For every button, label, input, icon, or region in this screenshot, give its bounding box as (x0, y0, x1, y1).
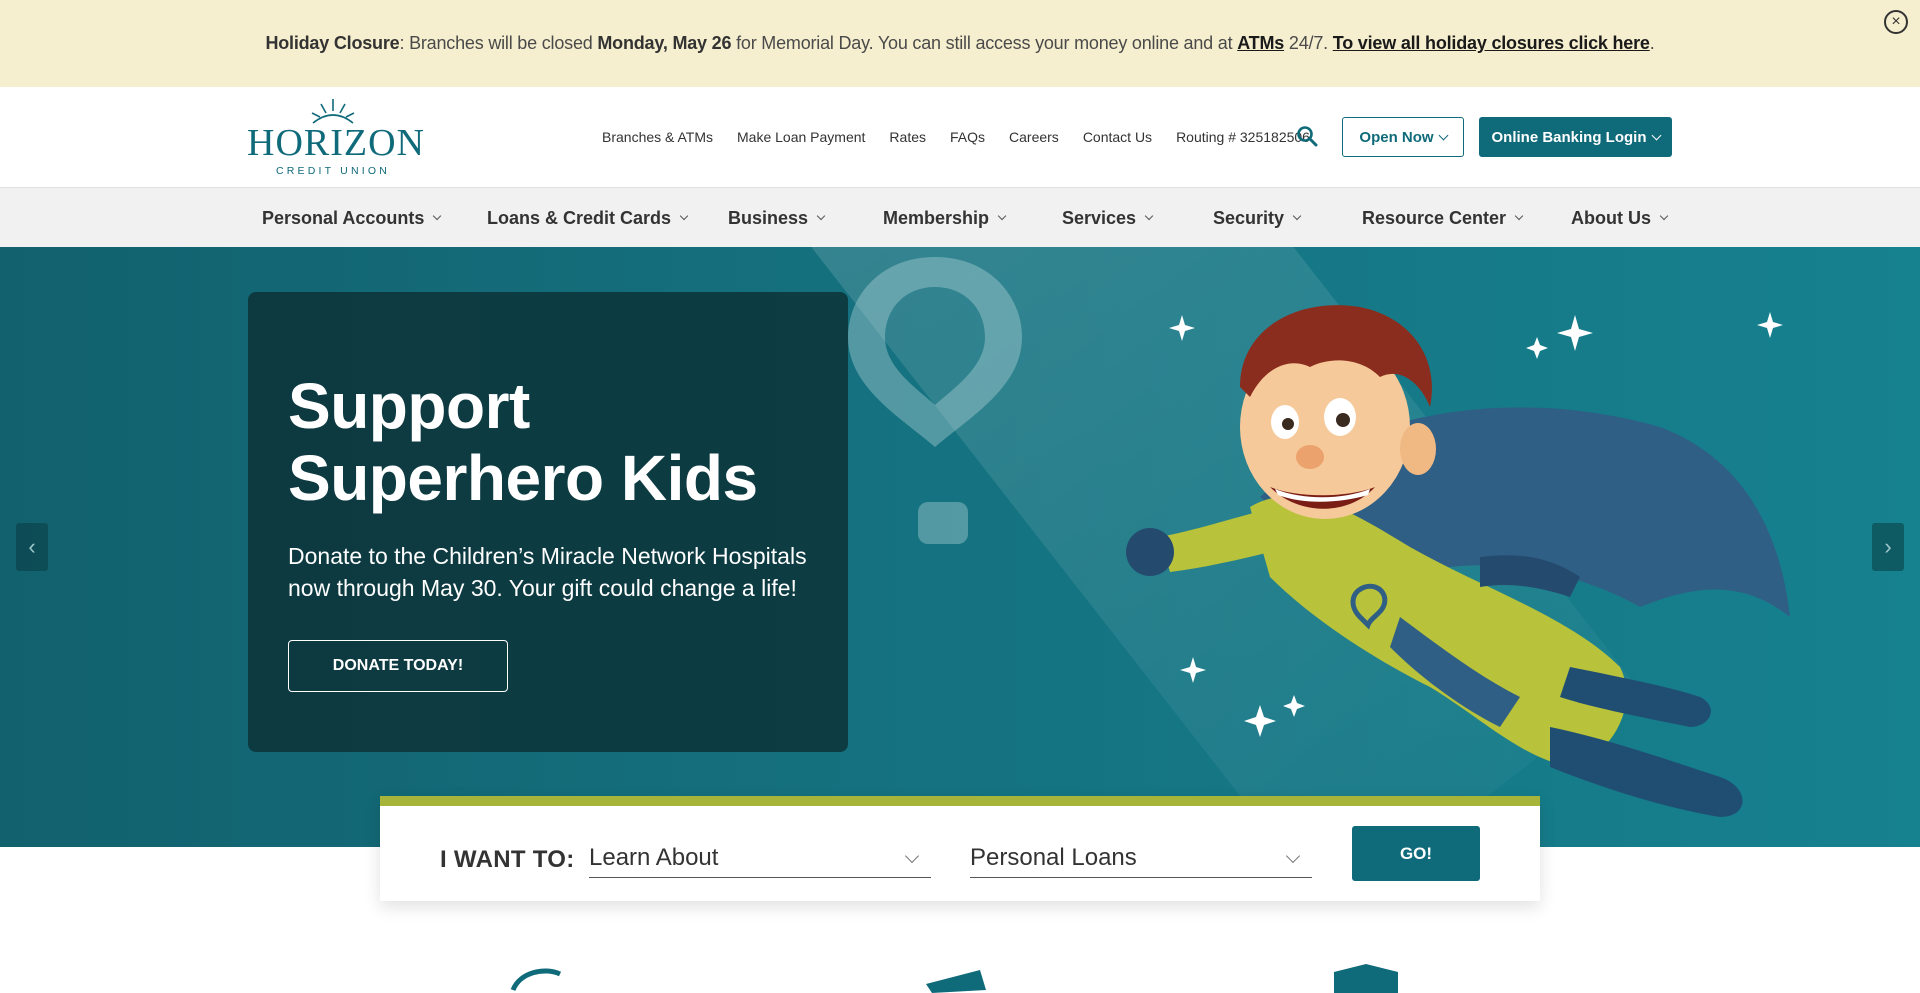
location-pin-icon (848, 257, 1022, 544)
alert-text-4: . (1649, 33, 1655, 53)
login-label: Online Banking Login (1491, 128, 1647, 146)
holiday-closures-link[interactable]: To view all holiday closures click here (1333, 33, 1650, 53)
alert-text-3: 24/7. (1284, 33, 1333, 53)
topic-select-value: Personal Loans (970, 843, 1137, 871)
action-select[interactable]: Learn About (589, 838, 931, 878)
holiday-alert-bar: Holiday Closure: Branches will be closed… (0, 0, 1920, 87)
chevron-down-icon (997, 211, 1007, 221)
logo-subtitle: CREDIT UNION (275, 165, 391, 177)
chevron-down-icon (1285, 848, 1301, 863)
shield-icon (1334, 964, 1398, 993)
feature-icon-1 (510, 968, 562, 992)
open-now-label: Open Now (1359, 128, 1434, 146)
nav-label: Services (1062, 207, 1137, 228)
nav-about-us[interactable]: About Us (1571, 188, 1669, 248)
nav-label: Membership (883, 207, 990, 228)
online-banking-login-button[interactable]: Online Banking Login (1479, 117, 1672, 157)
hero-text: Donate to the Children’s Miracle Network… (288, 543, 807, 601)
alert-label: Holiday Closure (265, 33, 400, 53)
atms-link[interactable]: ATMs (1237, 33, 1284, 53)
search-icon[interactable] (1296, 125, 1318, 147)
i-want-to-bar: I WANT TO: Learn About Personal Loans GO… (380, 796, 1540, 901)
nav-label: About Us (1571, 207, 1651, 228)
nav-business[interactable]: Business (728, 188, 826, 248)
alert-text-2: for Memorial Day. You can still access y… (731, 33, 1238, 53)
carousel-prev-button[interactable]: ‹ (16, 523, 48, 571)
i-want-to-label: I WANT TO: (440, 846, 575, 873)
nav-label: Loans & Credit Cards (487, 207, 672, 228)
make-loan-payment-link[interactable]: Make Loan Payment (737, 129, 865, 145)
donate-today-button[interactable]: DONATE TODAY! (288, 640, 508, 692)
branches-atms-link[interactable]: Branches & ATMs (602, 129, 713, 145)
chevron-left-icon: ‹ (28, 534, 36, 559)
site-header: HORIZON CREDIT UNION Branches & ATMs Mak… (0, 87, 1920, 187)
utility-nav: Branches & ATMs Make Loan Payment Rates … (602, 87, 1310, 187)
hero-carousel: ‹ › Support Superhero Kids Donate to the… (0, 247, 1920, 847)
open-now-button[interactable]: Open Now (1342, 117, 1464, 157)
chevron-down-icon (1651, 130, 1661, 140)
topic-select[interactable]: Personal Loans (970, 838, 1312, 878)
horizon-logo[interactable]: HORIZON CREDIT UNION (247, 95, 425, 179)
nav-services[interactable]: Services (1062, 188, 1154, 248)
go-button[interactable]: GO! (1352, 826, 1480, 881)
action-select-value: Learn About (589, 843, 719, 871)
nav-label: Business (728, 207, 809, 228)
alert-message: Holiday Closure: Branches will be closed… (265, 33, 1654, 54)
careers-link[interactable]: Careers (1009, 129, 1059, 145)
chevron-down-icon (816, 211, 826, 221)
nav-label: Security (1213, 207, 1285, 228)
sunburst-icon (311, 99, 355, 124)
hero-card: Support Superhero Kids Donate to the Chi… (248, 292, 848, 752)
rates-link[interactable]: Rates (889, 129, 926, 145)
chevron-down-icon (1514, 211, 1524, 221)
nav-resource-center[interactable]: Resource Center (1362, 188, 1524, 248)
alert-date: Monday, May 26 (597, 33, 732, 53)
chevron-down-icon (1144, 211, 1154, 221)
close-icon[interactable]: × (1884, 10, 1908, 34)
main-nav: Personal Accounts Loans & Credit Cards B… (0, 187, 1920, 247)
chevron-down-icon (433, 211, 442, 221)
nav-personal-accounts[interactable]: Personal Accounts (262, 188, 442, 248)
nav-label: Personal Accounts (262, 207, 425, 228)
superhero-kid-illustration (1126, 305, 1790, 817)
carousel-next-button[interactable]: › (1872, 523, 1904, 571)
chevron-right-icon: › (1884, 534, 1892, 559)
credit-card-icon (926, 970, 986, 993)
chevron-down-icon (679, 211, 689, 221)
hero-title: Support Superhero Kids (288, 370, 758, 514)
chevron-down-icon (1292, 211, 1302, 221)
faqs-link[interactable]: FAQs (950, 129, 985, 145)
routing-number: Routing # 325182506 (1176, 129, 1310, 145)
contact-us-link[interactable]: Contact Us (1083, 129, 1152, 145)
chevron-down-icon (904, 848, 920, 863)
chevron-down-icon (1659, 211, 1669, 221)
logo-wordmark: HORIZON (247, 122, 425, 164)
nav-label: Resource Center (1362, 207, 1507, 228)
nav-security[interactable]: Security (1213, 188, 1302, 248)
nav-membership[interactable]: Membership (883, 188, 1007, 248)
chevron-down-icon (1438, 130, 1449, 140)
alert-text-1: : Branches will be closed (399, 33, 598, 53)
nav-loans-credit-cards[interactable]: Loans & Credit Cards (487, 188, 689, 248)
